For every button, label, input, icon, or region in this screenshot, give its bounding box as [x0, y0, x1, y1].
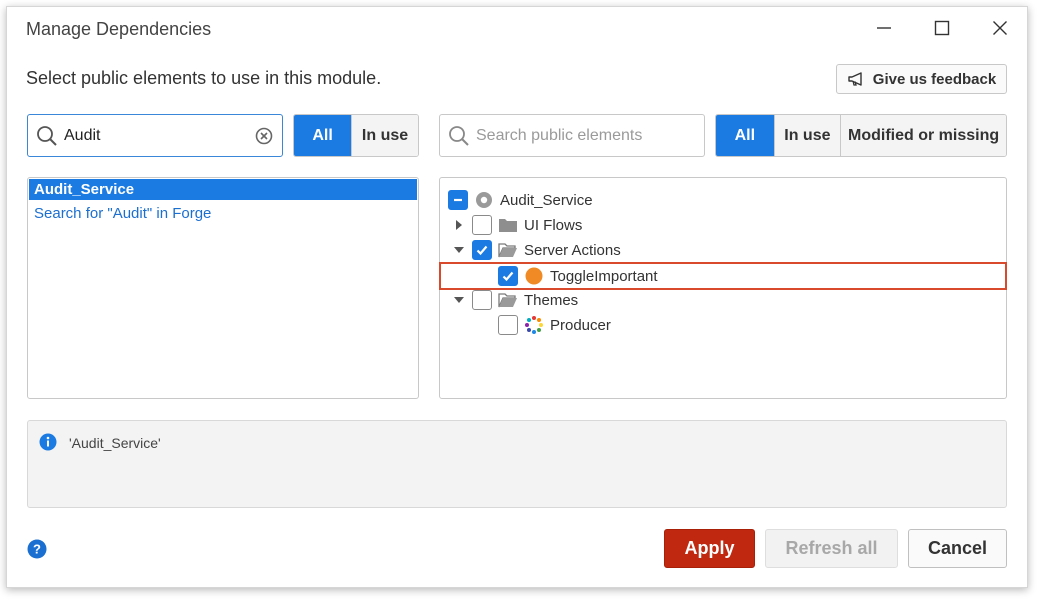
minimize-icon	[877, 27, 891, 29]
info-panel: 'Audit_Service'	[27, 420, 1007, 508]
folder-open-icon	[498, 240, 518, 260]
tree-node-label: Server Actions	[524, 241, 621, 259]
tree-node-themes[interactable]: Themes	[452, 288, 578, 312]
folder-icon	[498, 215, 518, 235]
svg-text:?: ?	[33, 542, 41, 557]
theme-icon	[524, 315, 544, 335]
cancel-button[interactable]: Cancel	[908, 529, 1007, 568]
elements-search-box	[439, 114, 705, 157]
module-search-input[interactable]	[64, 126, 244, 145]
filter-in-use-elements[interactable]: In use	[773, 115, 841, 156]
list-item-selected[interactable]: Audit_Service	[29, 179, 417, 200]
tree-checkbox[interactable]	[448, 190, 468, 210]
search-icon	[448, 125, 470, 147]
forge-search-link[interactable]: Search for "Audit" in Forge	[34, 205, 211, 222]
tree-checkbox[interactable]	[472, 290, 492, 310]
elements-search-input[interactable]	[476, 126, 656, 145]
dialog-subtitle: Select public elements to use in this mo…	[26, 68, 382, 88]
apply-button[interactable]: Apply	[664, 529, 755, 568]
close-icon	[993, 21, 1007, 35]
server-action-icon	[524, 266, 544, 286]
minimize-button[interactable]	[869, 13, 899, 43]
module-icon	[474, 190, 494, 210]
filter-all-elements[interactable]: All	[716, 115, 774, 156]
filter-all-modules[interactable]: All	[294, 115, 352, 156]
maximize-icon	[934, 20, 950, 36]
tree-node-ui-flows[interactable]: UI Flows	[452, 213, 582, 237]
tree-node-label: ToggleImportant	[550, 267, 658, 285]
collapse-arrow-icon[interactable]	[452, 293, 466, 307]
filter-in-use-modules[interactable]: In use	[351, 115, 418, 156]
tree-node-producer[interactable]: Producer	[498, 313, 611, 337]
search-icon	[36, 125, 58, 147]
tree-node-toggle-important[interactable]: ToggleImportant	[439, 262, 1007, 290]
tree-checkbox[interactable]	[498, 266, 518, 286]
filter-modified-or-missing[interactable]: Modified or missing	[840, 115, 1006, 156]
partial-check-icon	[454, 198, 462, 202]
folder-open-icon	[498, 290, 518, 310]
checkmark-icon	[502, 271, 514, 282]
close-button[interactable]	[985, 13, 1015, 43]
title-bar: Manage Dependencies	[7, 7, 1027, 51]
feedback-label: Give us feedback	[872, 70, 997, 88]
expand-arrow-icon[interactable]	[452, 218, 466, 232]
checkmark-icon	[476, 245, 488, 256]
info-icon	[39, 433, 57, 451]
clear-search-icon[interactable]	[255, 127, 273, 145]
manage-dependencies-dialog: Manage Dependencies Select public elemen…	[6, 6, 1028, 588]
feedback-button[interactable]: Give us feedback	[836, 64, 1007, 94]
elements-filter-group: All In use Modified or missing	[715, 114, 1007, 157]
tree-node-server-actions[interactable]: Server Actions	[452, 238, 621, 262]
tree-checkbox[interactable]	[472, 215, 492, 235]
module-list: Audit_Service Search for "Audit" in Forg…	[27, 177, 419, 399]
help-icon[interactable]: ?	[27, 539, 47, 559]
tree-node-label: Audit_Service	[500, 191, 593, 209]
tree-node-audit-service[interactable]: Audit_Service	[448, 188, 593, 212]
elements-tree: Audit_Service UI Flows Server Actions To…	[439, 177, 1007, 399]
info-text: 'Audit_Service'	[69, 435, 161, 451]
refresh-all-button[interactable]: Refresh all	[765, 529, 898, 568]
module-filter-group: All In use	[293, 114, 419, 157]
megaphone-icon	[848, 72, 862, 86]
tree-checkbox[interactable]	[498, 315, 518, 335]
module-search-box	[27, 114, 283, 157]
tree-node-label: Producer	[550, 316, 611, 334]
tree-checkbox[interactable]	[472, 240, 492, 260]
tree-node-label: UI Flows	[524, 216, 583, 234]
maximize-button[interactable]	[927, 13, 957, 43]
dialog-title: Manage Dependencies	[26, 19, 212, 39]
tree-node-label: Themes	[524, 291, 579, 309]
collapse-arrow-icon[interactable]	[452, 243, 466, 257]
